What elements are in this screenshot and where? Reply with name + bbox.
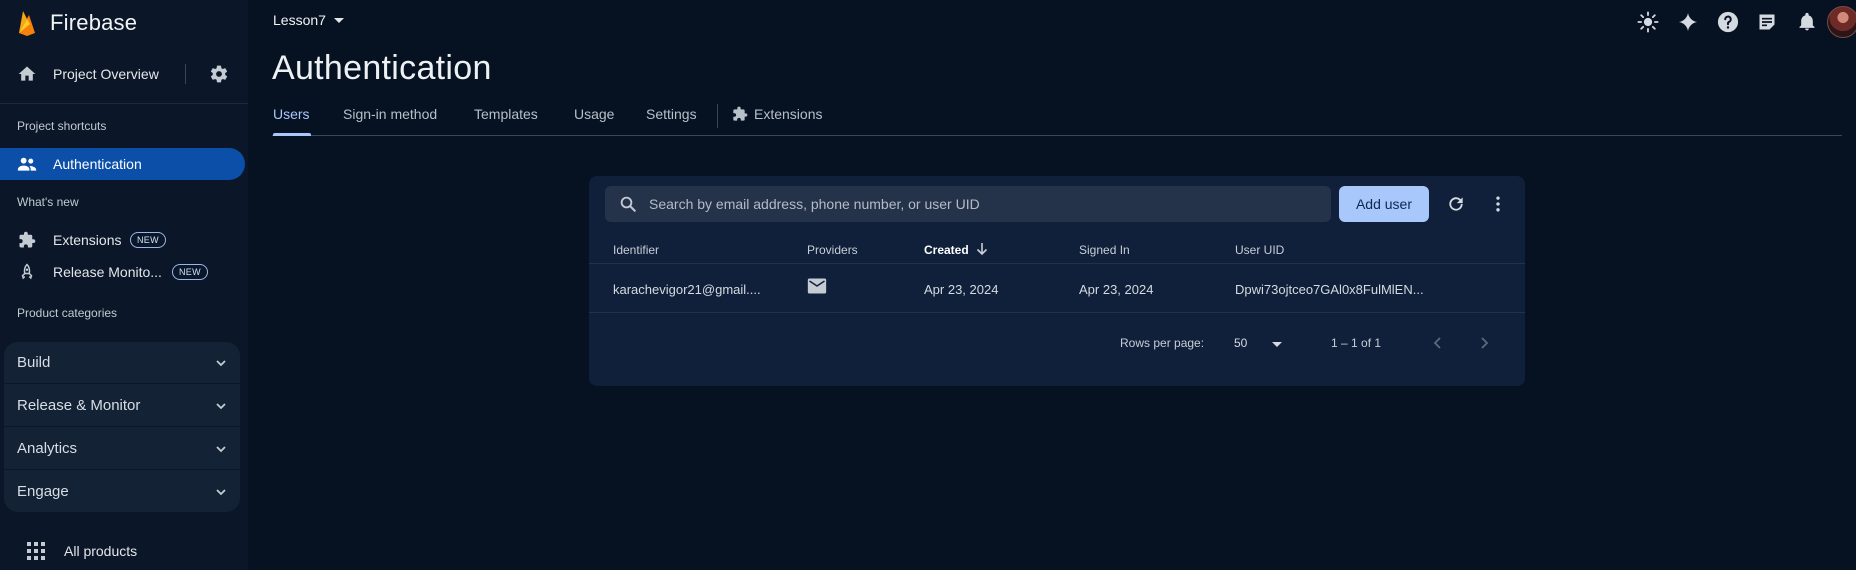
sidebar: Firebase Project Overview Project shortc… (0, 0, 248, 570)
product-categories: Build Release & Monitor Analytics Engage (4, 342, 240, 512)
sidebar-item-label: Release Monito... (53, 264, 162, 280)
project-overview-link[interactable]: Project Overview (53, 66, 159, 82)
chevron-down-icon (216, 489, 226, 496)
search-icon (620, 196, 636, 212)
apps-grid-icon (27, 542, 45, 560)
more-vert-icon[interactable] (1488, 194, 1508, 214)
new-badge: NEW (130, 232, 166, 248)
cell-user-uid: Dpwi73ojtceo7GAl0x8FulMlEN... (1235, 282, 1424, 297)
rows-per-page-value: 50 (1234, 336, 1248, 350)
sidebar-divider (0, 103, 248, 104)
tab-users[interactable]: Users (273, 106, 310, 122)
cell-created: Apr 23, 2024 (924, 282, 999, 297)
extensions-icon (19, 231, 36, 248)
tab-settings[interactable]: Settings (646, 106, 697, 122)
add-user-button[interactable]: Add user (1339, 186, 1429, 222)
sidebar-item-label: Authentication (53, 156, 142, 172)
category-label: Engage (17, 483, 69, 500)
tab-divider (717, 104, 718, 128)
category-release-monitor[interactable]: Release & Monitor (4, 385, 240, 427)
release-notes-icon[interactable] (1754, 9, 1780, 35)
table-pagination: Rows per page: 50 1 – 1 of 1 (589, 324, 1525, 364)
all-products-label: All products (64, 543, 138, 559)
project-overview-row: Project Overview (0, 56, 248, 92)
active-tab-indicator (273, 133, 311, 136)
column-signed-in: Signed In (1079, 243, 1130, 257)
category-build[interactable]: Build (4, 342, 240, 384)
sidebar-item-release-monitor[interactable]: Release Monito... NEW (0, 258, 248, 286)
sidebar-item-extensions[interactable]: Extensions NEW (0, 226, 248, 254)
cell-identifier: karachevigor21@gmail.... (613, 282, 761, 297)
users-icon (17, 157, 37, 171)
users-table-card: Add user Identifier Providers Created Si… (589, 176, 1525, 386)
sidebar-item-authentication[interactable]: Authentication (0, 148, 245, 180)
firebase-logo-icon (19, 11, 35, 36)
account-avatar[interactable] (1827, 6, 1856, 38)
rows-per-page-select[interactable]: 50 (1234, 333, 1294, 357)
gemini-icon[interactable] (1675, 9, 1701, 35)
caret-down-icon (333, 18, 344, 23)
chevron-down-icon (216, 360, 226, 367)
caret-down-icon (1272, 342, 1282, 347)
category-analytics[interactable]: Analytics (4, 428, 240, 470)
home-icon[interactable] (17, 64, 37, 84)
help-icon[interactable] (1715, 9, 1741, 35)
chevron-left-icon[interactable] (1429, 334, 1447, 352)
tab-extensions[interactable]: Extensions (732, 106, 822, 122)
notifications-icon[interactable] (1794, 9, 1820, 35)
project-name: Lesson7 (273, 12, 326, 28)
chevron-down-icon (216, 403, 226, 410)
column-created[interactable]: Created (924, 243, 969, 257)
column-providers: Providers (807, 243, 858, 257)
column-user-uid: User UID (1235, 243, 1285, 257)
tab-extensions-label: Extensions (754, 106, 823, 122)
project-selector[interactable]: Lesson7 (273, 12, 344, 28)
search-input[interactable] (649, 186, 1319, 222)
chevron-right-icon[interactable] (1475, 334, 1493, 352)
top-toolbar (1596, 6, 1856, 38)
table-row[interactable]: karachevigor21@gmail.... Apr 23, 2024 Ap… (589, 265, 1525, 313)
page-title: Authentication (272, 49, 492, 87)
new-badge: NEW (172, 264, 208, 280)
project-shortcuts-label: Project shortcuts (17, 119, 107, 133)
email-provider-icon (807, 278, 827, 294)
category-label: Build (17, 354, 51, 371)
rocket-icon (21, 263, 33, 280)
refresh-icon[interactable] (1446, 194, 1466, 214)
product-categories-label: Product categories (17, 306, 118, 320)
all-products-link[interactable]: All products (0, 538, 248, 562)
theme-icon[interactable] (1635, 9, 1661, 35)
pagination-range: 1 – 1 of 1 (1331, 336, 1382, 350)
column-identifier: Identifier (613, 243, 660, 257)
category-label: Analytics (17, 440, 78, 457)
tab-usage[interactable]: Usage (574, 106, 614, 122)
category-label: Release & Monitor (17, 397, 141, 414)
brand-name: Firebase (50, 10, 138, 35)
divider (185, 64, 186, 84)
category-engage[interactable]: Engage (4, 471, 240, 512)
table-header: Identifier Providers Created Signed In U… (589, 232, 1525, 264)
whats-new-label: What's new (17, 195, 79, 209)
search-box (605, 186, 1331, 222)
settings-gear-icon[interactable] (209, 64, 229, 84)
cell-signed-in: Apr 23, 2024 (1079, 282, 1154, 297)
tab-bar: Users Sign-in method Templates Usage Set… (272, 104, 1842, 136)
brand[interactable]: Firebase (16, 8, 137, 38)
sidebar-item-label: Extensions (53, 232, 122, 248)
extensions-icon (733, 106, 748, 121)
tab-sign-in-method[interactable]: Sign-in method (343, 106, 437, 122)
sort-arrow-down-icon[interactable] (975, 242, 989, 256)
tab-templates[interactable]: Templates (474, 106, 538, 122)
chevron-down-icon (216, 446, 226, 453)
rows-per-page-label: Rows per page: (1120, 336, 1205, 350)
